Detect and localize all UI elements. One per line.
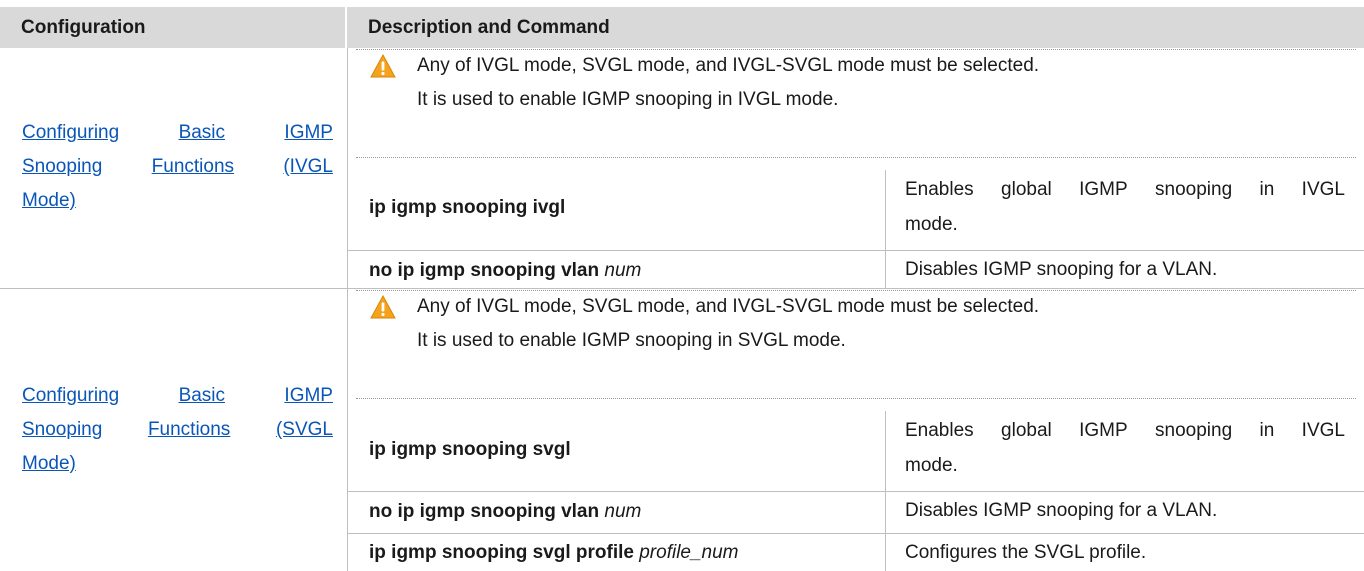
command-text: no ip igmp snooping vlan num [369,501,641,523]
word: in [1259,420,1275,441]
note-text: It is used to enable IGMP snooping in IV… [417,89,839,110]
row-divider [347,533,1364,534]
word: (IVGL [283,156,333,177]
word: (SVGL [275,419,333,440]
warning-icon [370,295,396,319]
desc-line: mode. [905,455,958,476]
row-divider [347,250,1364,251]
word: global [1001,179,1052,200]
command-description: Enables global IGMP snooping in IVGL mode. [905,172,1345,242]
desc-line: Enables global IGMP snooping in IVGL [905,172,1345,207]
word: Enables [905,179,974,200]
word: snooping [1155,420,1233,441]
command-keyword: ip igmp snooping ivgl [369,197,566,218]
word: snooping [1155,179,1233,200]
word: Snooping [22,156,103,177]
word: IGMP [284,122,333,143]
command-text: ip igmp snooping ivgl [369,197,565,219]
command-keyword: ip igmp snooping svgl [369,439,571,460]
command-keyword: no ip igmp snooping vlan [369,260,600,281]
link-line: Configuring Basic IGMP [22,116,333,150]
desc-line: mode. [905,214,958,235]
command-text: no ip igmp snooping vlan num [369,260,641,282]
word: IGMP [1079,420,1128,441]
note-separator [356,157,1356,158]
note-text: It is used to enable IGMP snooping in SV… [417,330,846,351]
word: Functions [147,419,231,440]
command-keyword: ip igmp snooping svgl profile [369,542,634,563]
note-separator [356,398,1356,399]
link-line: Configuring Basic IGMP [22,379,333,413]
desc-line: Enables global IGMP snooping in IVGL [905,413,1345,448]
column-divider [885,170,886,288]
config-link-svgl[interactable]: Configuring Basic IGMP Snooping Functions (S… [22,379,333,481]
word: IVGL [1301,179,1345,200]
word: Configuring [22,122,120,143]
word: IVGL [1301,420,1345,441]
command-description: Disables IGMP snooping for a VLAN. [905,259,1218,280]
word: Snooping [22,419,103,440]
word: in [1259,179,1275,200]
command-text: ip igmp snooping svgl profile profile_nu… [369,542,739,564]
section-divider [0,288,1364,289]
header-configuration: Configuration [0,7,346,48]
command-text: ip igmp snooping svgl [369,439,571,461]
note-text: Any of IVGL mode, SVGL mode, and IVGL-SV… [417,55,1040,76]
word: Configuring [22,385,120,406]
command-description: Disables IGMP snooping for a VLAN. [905,500,1218,521]
word: Functions [151,156,235,177]
row-divider [347,491,1364,492]
word: Enables [905,420,974,441]
warning-icon [370,54,396,78]
command-description: Enables global IGMP snooping in IVGL mode. [905,413,1345,483]
command-description: Configures the SVGL profile. [905,542,1147,563]
command-keyword: no ip igmp snooping vlan [369,501,600,522]
link-line: Snooping Functions (IVGL [22,150,333,184]
config-link-ivgl[interactable]: Configuring Basic IGMP Snooping Functions (I… [22,116,333,218]
link-line: Mode) [22,453,76,474]
header-description-command: Description and Command [347,7,1364,48]
word: IGMP [1079,179,1128,200]
command-argument: profile_num [639,542,739,563]
link-line: Mode) [22,190,76,211]
config-table: Configuration Description and Command Co… [0,0,1364,571]
command-argument: num [604,260,642,281]
column-divider [347,48,348,571]
word: Basic [178,122,226,143]
link-line: Snooping Functions (SVGL [22,413,333,447]
command-argument: num [604,501,642,522]
word: IGMP [284,385,333,406]
word: global [1001,420,1052,441]
note-text: Any of IVGL mode, SVGL mode, and IVGL-SV… [417,296,1040,317]
word: Basic [178,385,226,406]
